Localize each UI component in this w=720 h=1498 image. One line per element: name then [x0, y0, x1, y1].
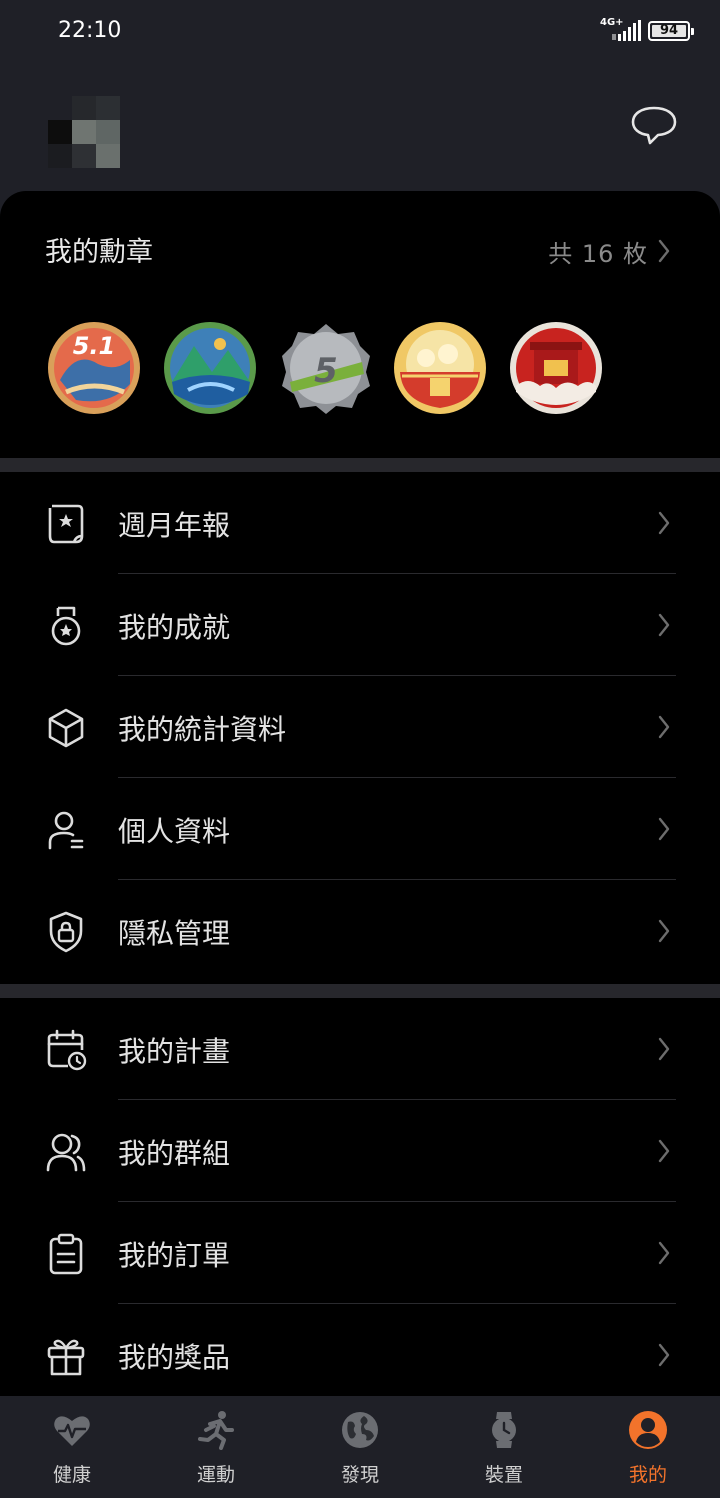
- menu-item-personal-info[interactable]: 個人資料: [0, 778, 720, 880]
- chevron-right-icon: [658, 1037, 670, 1061]
- medals-title: 我的勳章: [45, 237, 153, 268]
- signal-icon: [612, 20, 641, 41]
- status-time: 22:10: [58, 18, 122, 43]
- menu-item-groups[interactable]: 我的群組: [0, 1100, 720, 1202]
- section-divider: [0, 458, 720, 472]
- tab-devices[interactable]: 裝置: [432, 1396, 576, 1498]
- menu-item-label: 我的訂單: [118, 1239, 231, 1272]
- labor-day-5-1-medal-icon[interactable]: 5.1: [46, 320, 142, 416]
- globe-icon: [342, 1412, 378, 1448]
- calendar-clock-icon: [47, 1029, 87, 1071]
- watch-icon: [492, 1412, 516, 1448]
- group-icon: [46, 1133, 86, 1172]
- menu-item-orders[interactable]: 我的訂單: [0, 1202, 720, 1304]
- medal-text: 5.1: [73, 332, 116, 360]
- chevron-right-icon: [658, 511, 670, 535]
- screen: 22:10 4G+ 94 我的勳章 共 16 枚 5.1 5 週月年報 我的成就…: [0, 0, 720, 1498]
- medals-count[interactable]: 共 16 枚: [548, 234, 648, 269]
- report-book-icon: [48, 504, 84, 544]
- menu-item-weekly-monthly-report[interactable]: 週月年報: [0, 472, 720, 574]
- tab-label: 運動: [196, 1464, 235, 1486]
- mountain-landscape-medal-icon[interactable]: [162, 320, 258, 416]
- tab-exercise[interactable]: 運動: [144, 1396, 288, 1498]
- menu-item-label: 我的計畫: [118, 1035, 231, 1068]
- tab-discover[interactable]: 發現: [288, 1396, 432, 1498]
- menu-item-plans[interactable]: 我的計畫: [0, 998, 720, 1100]
- menu-item-label: 週月年報: [118, 509, 231, 542]
- profile-icon: [629, 1411, 667, 1449]
- shield-lock-icon: [49, 911, 83, 953]
- battery-level: 94: [659, 23, 679, 38]
- medal-icon: [51, 606, 81, 646]
- red-ox-new-year-medal-icon[interactable]: [508, 320, 604, 416]
- messages-icon[interactable]: [628, 104, 680, 148]
- avatar[interactable]: [48, 96, 120, 168]
- menu-item-label: 我的獎品: [118, 1341, 231, 1374]
- tab-label: 發現: [340, 1464, 379, 1486]
- heart-pulse-icon: [54, 1416, 90, 1446]
- running-icon: [198, 1411, 234, 1450]
- chevron-right-icon: [658, 613, 670, 637]
- chevron-right-icon: [658, 715, 670, 739]
- clipboard-icon: [49, 1233, 83, 1275]
- person-icon: [48, 811, 84, 850]
- chevron-right-icon: [658, 239, 670, 263]
- chevron-right-icon: [658, 1139, 670, 1163]
- menu-item-achievements[interactable]: 我的成就: [0, 574, 720, 676]
- tab-label: 健康: [52, 1464, 91, 1486]
- status-bar: 22:10 4G+ 94: [0, 0, 720, 64]
- menu-item-statistics[interactable]: 我的統計資料: [0, 676, 720, 778]
- menu-item-label: 我的成就: [118, 611, 231, 644]
- cube-icon: [48, 708, 84, 748]
- silver-5-medal-icon[interactable]: 5: [278, 320, 374, 416]
- battery-icon: 94: [648, 21, 694, 41]
- menu-item-label: 隱私管理: [118, 917, 231, 950]
- menu-item-privacy[interactable]: 隱私管理: [0, 880, 720, 982]
- menu-item-label: 我的群組: [118, 1137, 231, 1170]
- golden-bowl-medal-icon[interactable]: [392, 320, 488, 416]
- tab-me[interactable]: 我的: [576, 1396, 720, 1498]
- menu-item-label: 個人資料: [118, 815, 231, 848]
- menu-item-label: 我的統計資料: [118, 713, 287, 746]
- medal-text: 5: [314, 351, 338, 391]
- tab-label: 裝置: [484, 1464, 523, 1486]
- chevron-right-icon: [658, 919, 670, 943]
- menu-item-prizes[interactable]: 我的獎品: [0, 1304, 720, 1406]
- section-divider: [0, 984, 720, 998]
- bottom-tab-bar: 健康 運動 發現 裝置 我的: [0, 1396, 720, 1498]
- chevron-right-icon: [658, 1241, 670, 1265]
- chevron-right-icon: [658, 1343, 670, 1367]
- gift-icon: [47, 1339, 85, 1376]
- tab-label: 我的: [628, 1464, 667, 1486]
- tab-health[interactable]: 健康: [0, 1396, 144, 1498]
- chevron-right-icon: [658, 817, 670, 841]
